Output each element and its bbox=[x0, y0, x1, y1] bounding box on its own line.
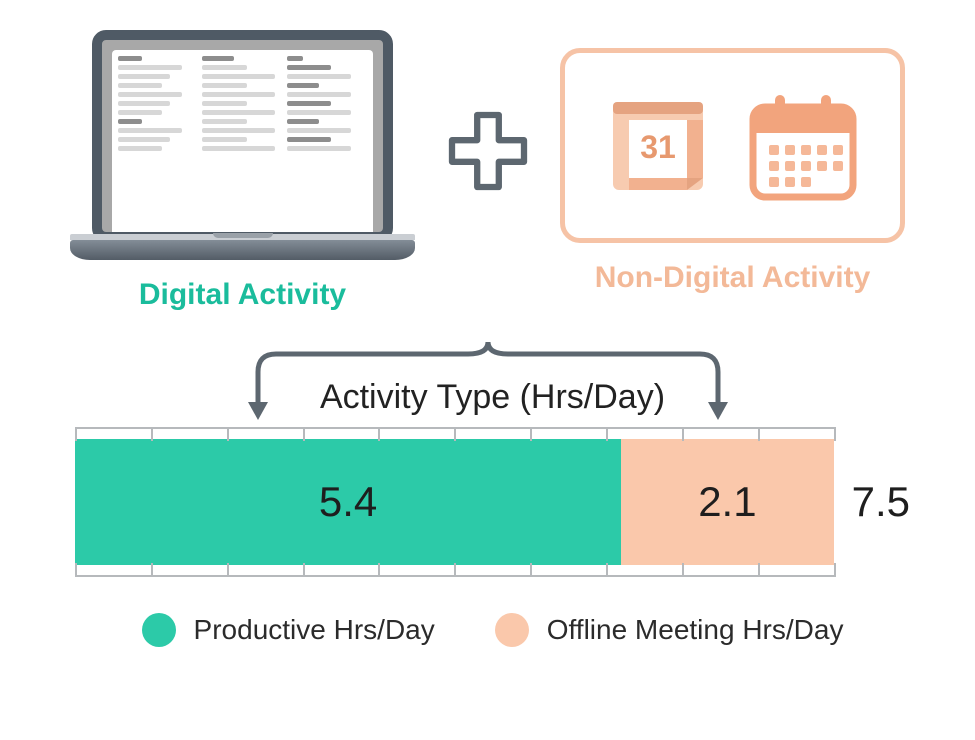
chart-area: Activity Type (Hrs/Day) 5.42.1 7.5 Produ… bbox=[75, 378, 910, 647]
non-digital-activity-label: Non-Digital Activity bbox=[595, 261, 871, 295]
chart-title: Activity Type (Hrs/Day) bbox=[75, 378, 910, 417]
google-calendar-icon: 31 bbox=[603, 90, 713, 200]
legend-swatch-productive-icon bbox=[142, 613, 176, 647]
chart-legend: Productive Hrs/Day Offline Meeting Hrs/D… bbox=[75, 613, 910, 647]
legend-offline: Offline Meeting Hrs/Day bbox=[495, 613, 844, 647]
calendar-day-label: 31 bbox=[640, 129, 676, 165]
digital-activity-label: Digital Activity bbox=[139, 278, 346, 312]
non-digital-activity-group: 31 bbox=[560, 48, 905, 295]
laptop-icon bbox=[70, 30, 415, 260]
bar-segment-productive: 5.4 bbox=[75, 439, 621, 565]
legend-productive-label: Productive Hrs/Day bbox=[194, 614, 435, 646]
stacked-bar-chart: 5.42.1 bbox=[75, 427, 834, 577]
legend-swatch-offline-icon bbox=[495, 613, 529, 647]
plus-icon bbox=[443, 106, 533, 196]
total-value: 7.5 bbox=[852, 478, 910, 526]
non-digital-panel: 31 bbox=[560, 48, 905, 243]
legend-productive: Productive Hrs/Day bbox=[142, 613, 435, 647]
legend-offline-label: Offline Meeting Hrs/Day bbox=[547, 614, 844, 646]
top-row: Digital Activity 31 bbox=[0, 0, 975, 312]
digital-activity-group: Digital Activity bbox=[70, 30, 415, 312]
calendar-icon bbox=[743, 85, 863, 205]
bar-segment-offline: 2.1 bbox=[621, 439, 833, 565]
